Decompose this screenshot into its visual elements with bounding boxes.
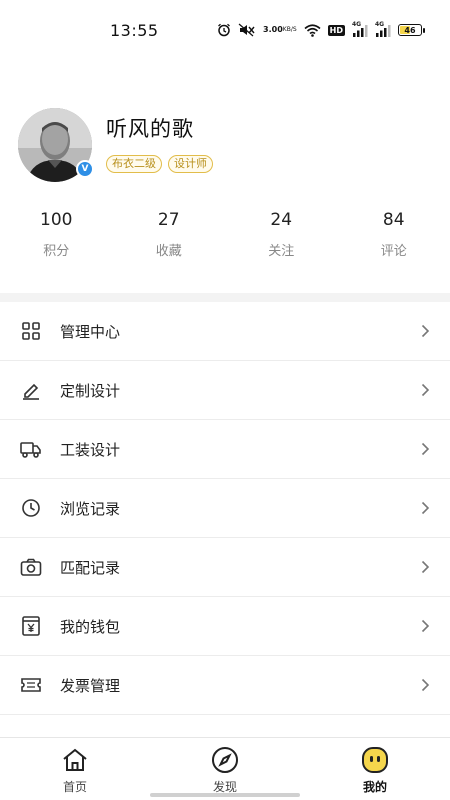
- home-indicator[interactable]: [150, 793, 300, 797]
- user-tags: 布衣二级 设计师: [106, 155, 213, 173]
- ticket-icon: [20, 674, 42, 696]
- chevron-right-icon: [418, 501, 432, 515]
- menu-item-invoice-management[interactable]: 发票管理: [0, 656, 450, 715]
- stat-comments[interactable]: 84 评论: [338, 210, 450, 259]
- stat-value: 27: [157, 210, 180, 230]
- stat-label: 关注: [268, 244, 295, 259]
- menu-item-match-history[interactable]: 匹配记录: [0, 538, 450, 597]
- menu-item-label: 我的钱包: [60, 617, 121, 636]
- tab-discover[interactable]: 发现: [150, 738, 300, 800]
- menu-item-label: 工装设计: [60, 440, 121, 459]
- stat-following[interactable]: 24 关注: [225, 210, 338, 259]
- tab-label: 首页: [62, 780, 87, 794]
- signal-icon-2: 4G: [375, 20, 391, 37]
- profile-header[interactable]: V 听风的歌 布衣二级 设计师: [18, 108, 213, 182]
- menu-item-tooling-design[interactable]: 工装设计: [0, 420, 450, 479]
- grid-icon: [20, 320, 42, 342]
- menu-list: 管理中心 定制设计 工装设计 浏览记录 匹配记录 我的钱包 发票管理: [0, 302, 450, 739]
- alarm-icon: [217, 23, 231, 37]
- role-tag: 设计师: [168, 155, 213, 173]
- menu-item-browse-history[interactable]: 浏览记录: [0, 479, 450, 538]
- stat-points[interactable]: 100 积分: [0, 210, 113, 259]
- chevron-right-icon: [418, 383, 432, 397]
- pencil-icon: [20, 379, 42, 401]
- battery-level: 46: [404, 25, 416, 35]
- mute-icon: [238, 23, 256, 37]
- stat-value: 100: [40, 210, 73, 230]
- menu-item-label: 浏览记录: [60, 499, 121, 518]
- section-divider: [0, 293, 450, 302]
- wallet-icon: [20, 615, 42, 637]
- stats-row: 100 积分 27 收藏 24 关注 84 评论: [0, 210, 450, 259]
- tab-label: 我的: [362, 780, 387, 794]
- signal-icon: 4G: [352, 20, 368, 37]
- bottom-tab-bar: 首页 发现 我的: [0, 737, 450, 800]
- stat-label: 评论: [380, 244, 407, 259]
- wifi-icon: [304, 23, 321, 37]
- profile-info: 听风的歌 布衣二级 设计师: [106, 113, 213, 173]
- tab-home[interactable]: 首页: [0, 738, 150, 800]
- compass-icon: [211, 746, 239, 774]
- chevron-right-icon: [418, 324, 432, 338]
- smiley-icon: [361, 746, 389, 774]
- menu-item-custom-design[interactable]: 定制设计: [0, 361, 450, 420]
- menu-item-label: 匹配记录: [60, 558, 121, 577]
- menu-item-management-center[interactable]: 管理中心: [0, 302, 450, 361]
- chevron-right-icon: [418, 619, 432, 633]
- status-bar: 13:55 3.00 KB/S HD 4G 4G 46: [0, 0, 450, 60]
- net-speed-value: 3.00: [263, 25, 283, 34]
- user-name: 听风的歌: [106, 117, 194, 141]
- battery-icon: 46: [398, 24, 425, 36]
- hd-badge: HD: [327, 24, 345, 36]
- net-speed-unit: KB/S: [282, 26, 297, 33]
- stat-label: 积分: [43, 244, 70, 259]
- avatar-wrap[interactable]: V: [18, 108, 94, 182]
- menu-item-label: 管理中心: [60, 322, 121, 341]
- level-tag: 布衣二级: [106, 155, 162, 173]
- signal-2-label: 4G: [375, 20, 385, 28]
- verified-badge: V: [76, 160, 94, 178]
- tab-mine[interactable]: 我的: [300, 738, 450, 800]
- menu-item-partial[interactable]: [0, 715, 450, 739]
- truck-icon: [20, 438, 42, 460]
- status-time: 13:55: [110, 20, 159, 40]
- status-icons: 3.00 KB/S HD 4G 4G 46: [217, 20, 425, 37]
- clock-icon: [20, 497, 42, 519]
- menu-item-label: 定制设计: [60, 381, 121, 400]
- net-speed: 3.00 KB/S: [263, 26, 297, 34]
- signal-1-label: 4G: [352, 20, 362, 28]
- menu-item-label: 发票管理: [60, 676, 121, 695]
- chevron-right-icon: [418, 442, 432, 456]
- home-icon: [61, 746, 89, 774]
- stat-value: 84: [382, 210, 405, 230]
- stat-favorites[interactable]: 27 收藏: [113, 210, 226, 259]
- stat-value: 24: [270, 210, 293, 230]
- chevron-right-icon: [418, 560, 432, 574]
- chevron-right-icon: [418, 678, 432, 692]
- stat-label: 收藏: [155, 244, 182, 259]
- menu-item-my-wallet[interactable]: 我的钱包: [0, 597, 450, 656]
- camera-icon: [20, 556, 42, 578]
